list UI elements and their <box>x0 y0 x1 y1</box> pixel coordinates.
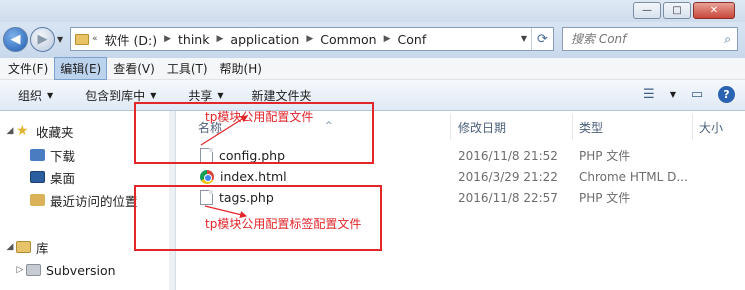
annotation-arrows <box>200 115 249 219</box>
annotation-arrow-tags <box>204 205 248 219</box>
annotation-arrow-config <box>200 115 249 146</box>
